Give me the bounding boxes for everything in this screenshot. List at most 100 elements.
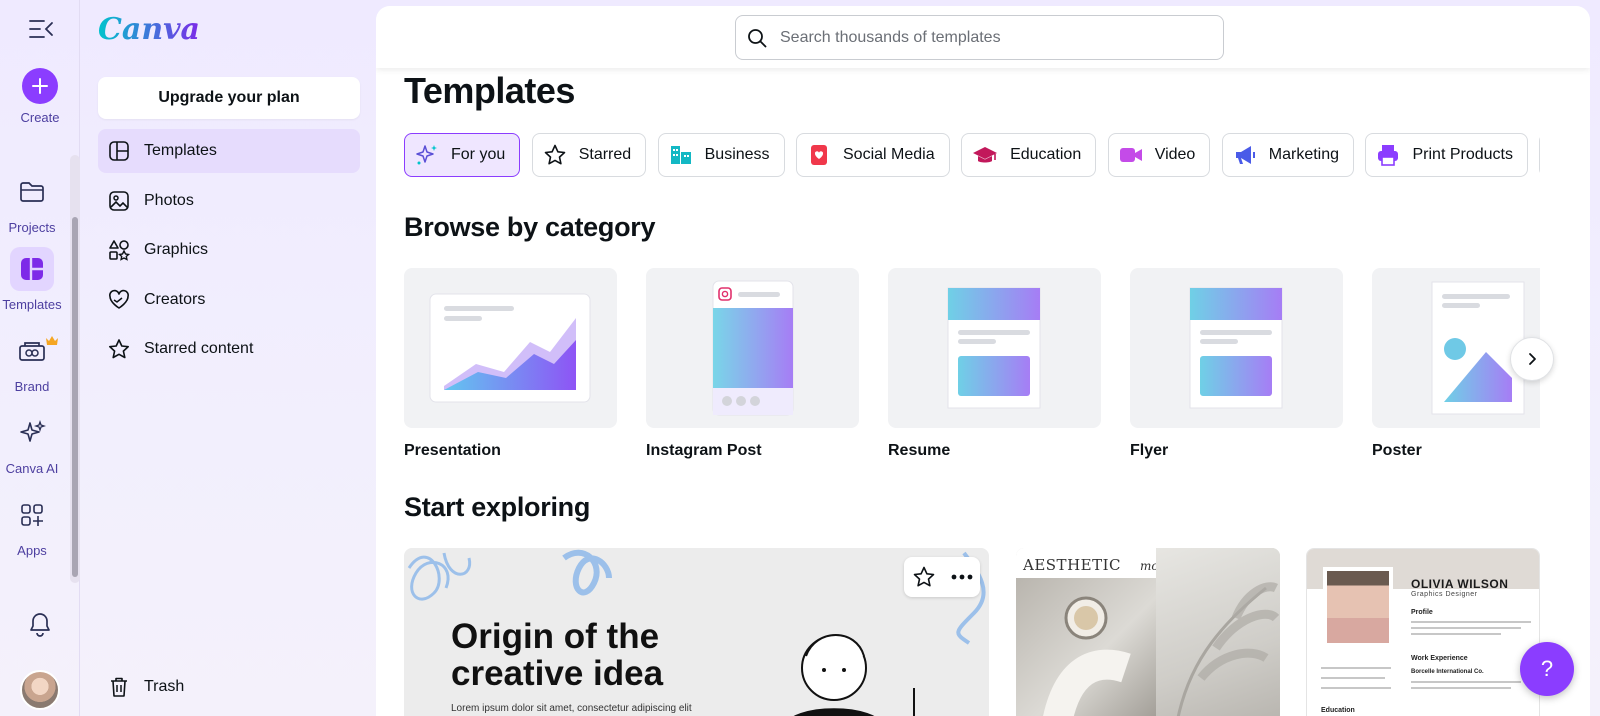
template-card[interactable]: OLIVIA WILSON Graphics Designer Profile … bbox=[1306, 548, 1540, 716]
more-options-icon[interactable] bbox=[951, 574, 973, 580]
chip-label: For you bbox=[451, 146, 506, 163]
star-icon[interactable] bbox=[912, 565, 936, 589]
printer-icon bbox=[1378, 145, 1399, 166]
sidebar-item-trash[interactable]: Trash bbox=[98, 665, 360, 709]
presentation-thumbnail bbox=[404, 268, 617, 428]
apps-icon bbox=[10, 493, 54, 537]
text-line bbox=[1321, 687, 1391, 689]
chip-label: Print Products bbox=[1412, 146, 1513, 163]
chip-marketing[interactable]: Marketing bbox=[1221, 133, 1355, 177]
carousel-next-button[interactable] bbox=[1510, 337, 1554, 381]
category-resume[interactable]: Resume bbox=[888, 268, 1101, 460]
avatar[interactable] bbox=[20, 670, 60, 710]
category-label: Poster bbox=[1372, 442, 1422, 459]
chip-video[interactable]: Video bbox=[1107, 133, 1211, 177]
text-line bbox=[1411, 621, 1531, 623]
coffee-photo bbox=[1016, 578, 1156, 716]
rail-label: Brand bbox=[14, 379, 50, 394]
chip-business[interactable]: Business bbox=[657, 133, 785, 177]
search-input[interactable] bbox=[780, 28, 1200, 47]
category-presentation[interactable]: Presentation bbox=[404, 268, 617, 460]
sidebar: Canva Upgrade your plan Templates Photos… bbox=[80, 0, 370, 716]
sidebar-item-label: Templates bbox=[144, 142, 217, 159]
rail-scrollbar-thumb[interactable] bbox=[72, 217, 78, 577]
text-line bbox=[1321, 667, 1391, 669]
rail-item-templates[interactable]: Templates bbox=[0, 247, 64, 312]
create-button[interactable]: Create bbox=[0, 68, 80, 125]
main-panel: Templates For you Starred Business Socia… bbox=[376, 6, 1590, 716]
text-line bbox=[1411, 681, 1521, 683]
templates-icon bbox=[10, 247, 54, 291]
category-label: Resume bbox=[888, 442, 951, 459]
chip-label: Social Media bbox=[843, 146, 935, 163]
chip-more[interactable] bbox=[1539, 133, 1540, 177]
rail-scrollbar[interactable] bbox=[70, 155, 80, 583]
chip-for-you[interactable]: For you bbox=[404, 133, 521, 177]
card-subtitle: Lorem ipsum dolor sit amet, consectetur … bbox=[451, 703, 692, 714]
category-label: Presentation bbox=[404, 442, 501, 459]
star-icon bbox=[544, 144, 566, 165]
explore-heading: Start exploring bbox=[404, 492, 591, 522]
photo-icon bbox=[109, 191, 129, 211]
chevron-right-icon bbox=[1529, 353, 1536, 365]
graphics-icon bbox=[109, 240, 130, 261]
flyer-thumbnail bbox=[1130, 268, 1343, 428]
chip-label: Marketing bbox=[1268, 146, 1340, 163]
rail-label: Canva AI bbox=[5, 461, 59, 476]
card-title: Origin of the creative idea bbox=[451, 617, 664, 693]
sidebar-item-creators[interactable]: Creators bbox=[98, 278, 360, 322]
rail-item-canva-ai[interactable]: Canva AI bbox=[0, 411, 64, 476]
megaphone-icon bbox=[1235, 146, 1255, 164]
category-instagram-post[interactable]: Instagram Post bbox=[646, 268, 859, 460]
create-label: Create bbox=[20, 110, 60, 125]
chip-education[interactable]: Education bbox=[961, 133, 1097, 177]
rail-label: Apps bbox=[17, 543, 47, 558]
sidebar-item-starred[interactable]: Starred content bbox=[98, 327, 360, 371]
rail-item-projects[interactable]: Projects bbox=[0, 170, 64, 235]
resume-section-heading: Profile bbox=[1411, 609, 1433, 616]
sidebar-item-photos[interactable]: Photos bbox=[98, 179, 360, 223]
star-icon bbox=[109, 339, 129, 359]
trash-icon bbox=[111, 677, 127, 697]
graduation-cap-icon bbox=[973, 147, 998, 163]
chip-print-products[interactable]: Print Products bbox=[1365, 133, 1528, 177]
upgrade-plan-button[interactable]: Upgrade your plan bbox=[98, 77, 360, 119]
chip-social-media[interactable]: Social Media bbox=[796, 133, 950, 177]
sidebar-item-label: Photos bbox=[144, 192, 194, 209]
template-card[interactable]: Origin of the creative idea Lorem ipsum d… bbox=[404, 548, 989, 716]
browse-heading: Browse by category bbox=[404, 212, 656, 242]
leaf-shadow-photo bbox=[1156, 548, 1280, 716]
rail-item-apps[interactable]: Apps bbox=[0, 493, 64, 558]
plus-icon bbox=[22, 68, 58, 104]
category-carousel: Presentation Instagram Post Resume Flyer… bbox=[404, 268, 1540, 468]
canva-logo[interactable]: Canva bbox=[98, 12, 200, 47]
card-title: OLIVIA WILSON bbox=[1411, 577, 1509, 591]
category-label: Flyer bbox=[1130, 442, 1169, 459]
sidebar-item-templates[interactable]: Templates bbox=[98, 129, 360, 173]
template-card[interactable]: AESTHETIC mood bbox=[1016, 548, 1280, 716]
card-title: AESTHETIC bbox=[1023, 556, 1122, 574]
heart-hands-icon bbox=[109, 289, 129, 309]
help-button[interactable]: ? bbox=[1520, 642, 1574, 696]
page-title: Templates bbox=[404, 70, 575, 111]
sidebar-item-label: Starred content bbox=[144, 340, 254, 357]
sidebar-item-graphics[interactable]: Graphics bbox=[98, 228, 360, 272]
chip-starred[interactable]: Starred bbox=[531, 133, 647, 177]
business-icon bbox=[670, 146, 691, 164]
chip-label: Video bbox=[1154, 146, 1196, 163]
search-icon bbox=[748, 28, 767, 47]
chip-label: Business bbox=[704, 146, 770, 163]
portrait-photo bbox=[1323, 567, 1393, 647]
category-flyer[interactable]: Flyer bbox=[1130, 268, 1343, 460]
instagram-post-thumbnail bbox=[646, 268, 859, 428]
chip-label: Education bbox=[1010, 146, 1082, 163]
bell-icon[interactable] bbox=[26, 610, 54, 638]
text-line bbox=[1411, 627, 1521, 629]
sidebar-item-label: Creators bbox=[144, 291, 206, 308]
search-box[interactable] bbox=[735, 15, 1224, 60]
nav-rail: Create Projects Templates Brand Canva AI… bbox=[0, 0, 80, 716]
rail-label: Templates bbox=[2, 297, 62, 312]
chip-label: Starred bbox=[578, 146, 632, 163]
collapse-menu-icon[interactable] bbox=[28, 18, 54, 40]
resume-company: Borcelle International Co. bbox=[1411, 669, 1484, 675]
